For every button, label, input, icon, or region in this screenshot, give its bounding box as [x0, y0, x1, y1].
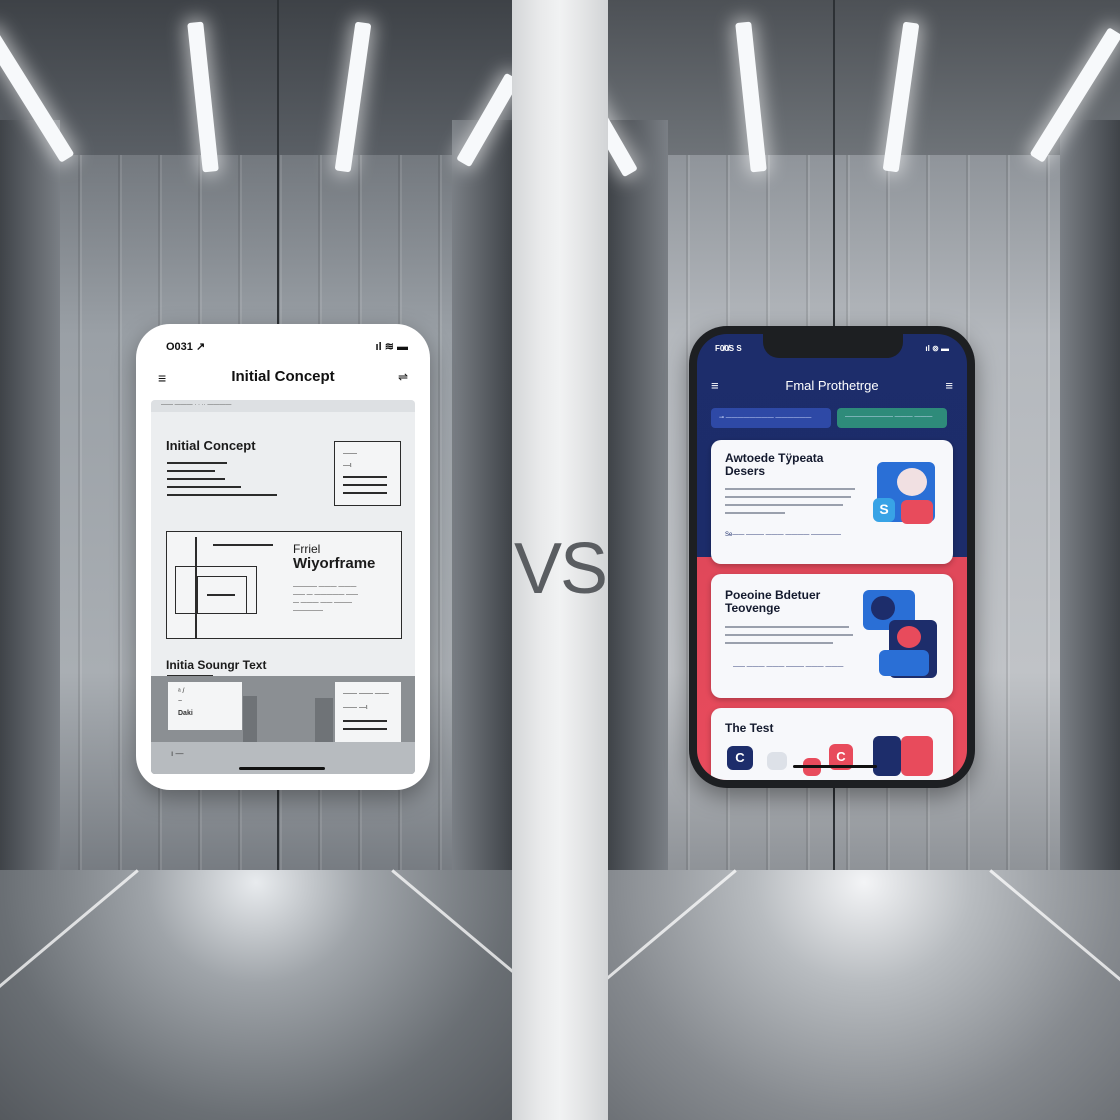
- footer-text: ı —: [171, 749, 184, 758]
- box-caption: —— —— ——: [343, 690, 389, 697]
- text-placeholder-line: [213, 544, 273, 546]
- text-placeholder-line: [725, 504, 843, 506]
- hanging-wire: [277, 0, 279, 330]
- section-heading: Initia Soungr Text: [166, 658, 267, 672]
- app-tile: [901, 736, 933, 776]
- text-placeholder-line: [167, 478, 225, 480]
- side-wall: [452, 120, 512, 900]
- prototype-screen: F0̸0̸S S ıl ⊚ ▬ ≡ Fmal Prothetrge ≡ ⊸ ——…: [697, 334, 967, 780]
- box-caption: —— —ι: [343, 704, 368, 711]
- section-heading: Initial Concept: [166, 438, 256, 453]
- red-tile: [901, 500, 933, 524]
- status-time: O031 ↗: [166, 341, 206, 353]
- status-icons: ıl ⊚ ▬: [925, 344, 949, 353]
- page-title: Initial Concept: [231, 368, 335, 385]
- feature-card[interactable]: Awtoede Tÿpeata Desers Se—— ——— ——— ————…: [711, 440, 953, 564]
- status-icons: ıl ≋ ▬: [375, 341, 408, 353]
- text-placeholder-line: [343, 484, 387, 486]
- card-heading-line1: Frriel: [293, 542, 321, 556]
- box-caption: ~: [178, 698, 183, 705]
- chart-tile: [879, 650, 929, 676]
- status-bar: F0̸0̸S S ıl ⊚ ▬: [715, 344, 949, 356]
- layout-guide: [195, 537, 197, 638]
- box-caption: Daki: [178, 710, 193, 717]
- wireframe-card: Frriel Wiyorframe ———— ——— ——— —— — ————…: [166, 531, 402, 639]
- text-placeholder-line: [167, 486, 241, 488]
- text-placeholder-line: [343, 728, 387, 730]
- text-placeholder-line: [343, 720, 387, 722]
- hanging-wire: [833, 0, 835, 330]
- card-footer: Se—— ——— ——— ———— —————: [725, 532, 842, 538]
- hanging-wire: [277, 790, 279, 870]
- card-title-line2: Teovenge: [725, 601, 781, 615]
- text-placeholder-line: [725, 626, 849, 628]
- feature-card[interactable]: The Test C C: [711, 708, 953, 780]
- home-indicator[interactable]: [239, 767, 325, 770]
- home-indicator[interactable]: [793, 765, 877, 768]
- text-placeholder-line: [343, 492, 387, 494]
- box-caption: —ι: [343, 462, 352, 469]
- hanging-wire: [833, 788, 835, 870]
- ceiling: [0, 0, 512, 155]
- avatar-icon: [871, 596, 895, 620]
- avatar-icon: [897, 626, 921, 648]
- search-pill[interactable]: ⊸ ———————— ——————: [711, 408, 831, 428]
- app-tile: [873, 736, 901, 776]
- card-caption: — ——— —— ———: [293, 600, 353, 606]
- image-placeholder: —— —ι: [334, 441, 401, 506]
- side-wall: [608, 120, 668, 900]
- search-strip[interactable]: —— ——— · · ·· ————: [151, 400, 415, 412]
- box-caption: ᵃ /: [178, 688, 185, 695]
- text-placeholder-line: [167, 470, 215, 472]
- status-time: F0̸0̸S S: [715, 344, 742, 353]
- text-placeholder-line: [725, 512, 785, 514]
- floor: [608, 870, 1120, 1120]
- card-title: The Test: [725, 721, 774, 735]
- feature-card[interactable]: Poeoine Bdetuer Teovenge —— ——— ——— ——— …: [711, 574, 953, 698]
- wireframe-content: —— ——— · · ·· ———— Initial Concept —— —ι…: [151, 400, 415, 774]
- card-caption: ———— ——— ———: [293, 584, 357, 590]
- text-placeholder-line: [725, 496, 851, 498]
- text-placeholder-line: [725, 634, 853, 636]
- app-header: ≡ Initial Concept ⇌: [136, 364, 430, 394]
- card-caption: —————: [293, 608, 323, 614]
- card-footer: —— ——— ——— ——— ——— ———: [733, 664, 844, 670]
- sliders-icon[interactable]: ⇌: [398, 370, 408, 384]
- vs-label: VS: [513, 529, 608, 609]
- box-caption: ——: [343, 450, 357, 457]
- text-placeholder-line: [167, 494, 277, 496]
- card-heading-line2: Wiyorframe: [293, 555, 376, 572]
- image-placeholder: —— —— —— —— —ι: [335, 682, 401, 742]
- image-placeholder: ᵃ / ~ Daki: [168, 682, 242, 730]
- text-placeholder-line: [725, 488, 855, 490]
- side-wall: [0, 120, 60, 900]
- text-placeholder-line: [725, 642, 833, 644]
- status-bar: O031 ↗ ıl ≋ ▬: [166, 340, 408, 354]
- page-title: Fmal Prothetrge: [785, 378, 879, 393]
- card-title-line2: Desers: [725, 464, 766, 478]
- wireframe-phone: O031 ↗ ıl ≋ ▬ ≡ Initial Concept ⇌ —— ———…: [136, 324, 430, 790]
- card-caption: —— — ————— ——: [293, 592, 359, 598]
- app-icon: C: [727, 746, 753, 770]
- app-icon: [767, 752, 787, 770]
- menu-icon[interactable]: ≡: [945, 378, 953, 393]
- swift-icon: S: [873, 498, 895, 522]
- text-placeholder-line: [343, 476, 387, 478]
- side-wall: [1060, 120, 1120, 900]
- prototype-phone: F0̸0̸S S ıl ⊚ ▬ ≡ Fmal Prothetrge ≡ ⊸ ——…: [689, 326, 975, 788]
- filter-pill[interactable]: ———————— ——— ———: [837, 408, 947, 428]
- avatar-icon: [897, 468, 927, 496]
- text-placeholder-line: [167, 462, 227, 464]
- layout-guide: [207, 594, 235, 596]
